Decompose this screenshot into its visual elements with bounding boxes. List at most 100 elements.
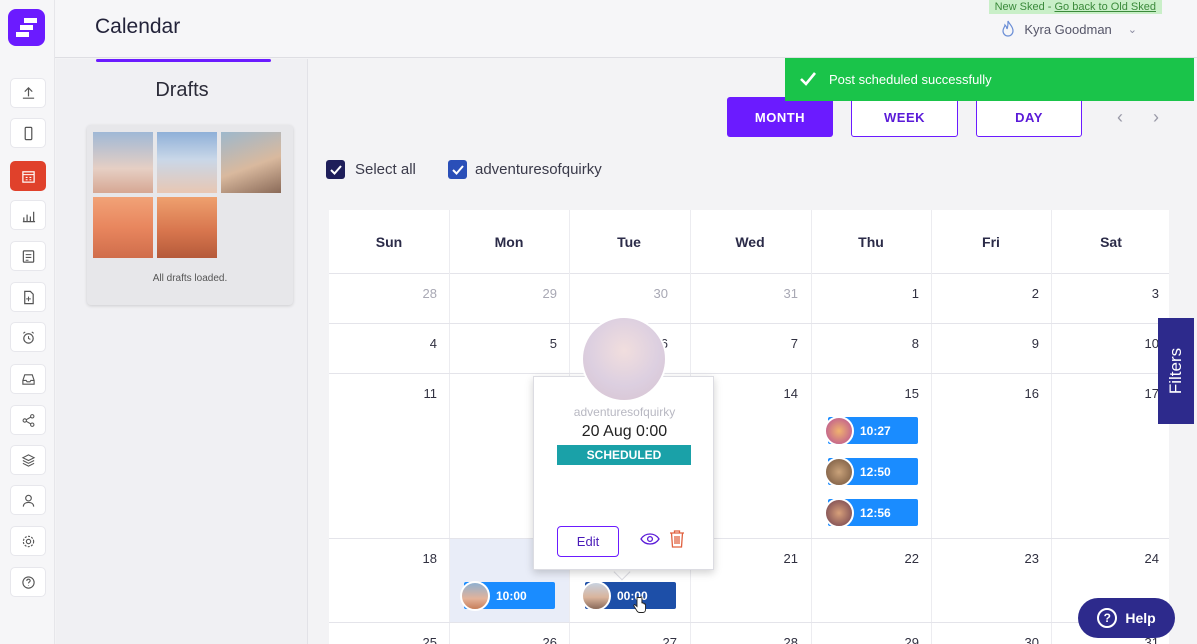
user-name: Kyra Goodman: [1024, 21, 1112, 37]
user-menu[interactable]: Kyra Goodman ⌄: [1000, 20, 1137, 38]
day-header: Fri: [982, 234, 1000, 250]
date-cell[interactable]: 29: [811, 635, 931, 644]
filters-tab[interactable]: Filters: [1158, 318, 1194, 424]
post-thumbnail: [824, 497, 854, 528]
scheduled-post[interactable]: 00:00: [581, 580, 676, 611]
date-cell[interactable]: 16: [931, 386, 1051, 401]
date-cell[interactable]: 31: [690, 286, 810, 301]
draft-thumbnail[interactable]: [157, 197, 217, 258]
app-logo[interactable]: [8, 9, 45, 46]
sidebar-notes-button[interactable]: [10, 241, 46, 271]
calendar-grid: Sun Mon Tue Wed Thu Fri Sat 28 29 30 31 …: [329, 210, 1169, 644]
date-cell[interactable]: 25: [329, 635, 449, 644]
trash-icon[interactable]: [669, 529, 685, 548]
share-icon: [22, 413, 34, 427]
success-toast: Post scheduled successfully: [785, 58, 1194, 101]
post-thumbnail: [824, 415, 854, 446]
sidebar-calendar-button[interactable]: [10, 161, 46, 191]
select-all-checkbox[interactable]: [326, 160, 345, 179]
document-icon: [23, 290, 34, 304]
sidebar-document-button[interactable]: [10, 282, 46, 312]
date-cell[interactable]: 17: [1051, 386, 1169, 401]
date-cell[interactable]: 11: [329, 386, 449, 401]
hand-cursor-icon: [633, 596, 646, 613]
prev-arrow-icon[interactable]: ‹: [1117, 107, 1123, 128]
post-thumbnail: [824, 456, 854, 487]
draft-thumbnail[interactable]: [221, 132, 281, 193]
draft-thumbnail[interactable]: [93, 197, 153, 258]
month-view-button[interactable]: MONTH: [727, 97, 833, 137]
user-icon: [22, 494, 34, 507]
calendar-icon: [21, 170, 35, 183]
day-header: Wed: [735, 234, 765, 250]
logo-icon: [15, 17, 37, 37]
edit-post-button[interactable]: Edit: [557, 526, 619, 557]
sidebar-settings-button[interactable]: [10, 526, 46, 556]
date-cell[interactable]: 5: [449, 336, 569, 351]
sidebar-inbox-button[interactable]: [10, 364, 46, 394]
post-time: 10:27: [860, 423, 891, 438]
date-cell[interactable]: 30: [560, 286, 680, 301]
upload-icon: [22, 86, 34, 99]
new-sked-text: New Sked -: [994, 1, 1055, 13]
account-checkbox[interactable]: [448, 160, 467, 179]
scheduled-post[interactable]: 12:56: [824, 497, 918, 528]
date-cell[interactable]: 24: [1051, 551, 1169, 566]
help-label: Help: [1125, 610, 1156, 626]
date-cell[interactable]: 15: [811, 386, 931, 401]
scheduled-post[interactable]: 10:00: [460, 580, 555, 611]
flame-icon: [1002, 20, 1014, 37]
question-icon: ?: [1097, 608, 1118, 628]
date-cell[interactable]: 10: [1051, 336, 1169, 351]
notes-icon: [22, 249, 34, 263]
help-circle-icon: [21, 575, 35, 589]
sidebar-share-button[interactable]: [10, 405, 46, 435]
date-cell[interactable]: 29: [449, 286, 569, 301]
layers-icon: [21, 453, 35, 467]
sidebar-user-button[interactable]: [10, 485, 46, 515]
eye-icon[interactable]: [640, 533, 660, 545]
date-cell[interactable]: 8: [811, 336, 931, 351]
select-all-label: Select all: [355, 161, 416, 178]
date-cell[interactable]: 22: [811, 551, 931, 566]
next-arrow-icon[interactable]: ›: [1153, 107, 1159, 128]
drafts-card: All drafts loaded.: [87, 125, 293, 305]
alarm-icon: [22, 330, 34, 344]
post-time: 12:50: [860, 464, 891, 479]
date-cell[interactable]: 28: [690, 635, 810, 644]
post-preview-popup: adventuresofquirky 20 Aug 0:00 SCHEDULED…: [533, 376, 714, 570]
scheduled-post[interactable]: 10:27: [824, 415, 918, 446]
day-header: Thu: [858, 234, 884, 250]
toast-message: Post scheduled successfully: [829, 72, 992, 87]
date-cell[interactable]: 3: [1051, 286, 1169, 301]
scheduled-post[interactable]: 12:50: [824, 456, 918, 487]
sidebar-help-button[interactable]: [10, 567, 46, 597]
top-header: Calendar New Sked - Go back to Old Sked …: [55, 0, 1197, 58]
checkmark-icon: [451, 164, 464, 175]
date-cell[interactable]: 4: [329, 336, 449, 351]
post-thumbnail: [581, 580, 611, 611]
date-cell[interactable]: 27: [569, 635, 689, 644]
date-cell[interactable]: 7: [690, 336, 810, 351]
date-cell[interactable]: 18: [329, 551, 449, 566]
sidebar-upload-button[interactable]: [10, 78, 46, 108]
date-cell[interactable]: 23: [931, 551, 1051, 566]
checkmark-icon: [329, 164, 342, 175]
date-cell[interactable]: 28: [329, 286, 449, 301]
new-sked-banner: New Sked - Go back to Old Sked: [988, 0, 1162, 14]
day-view-button[interactable]: DAY: [976, 97, 1082, 137]
draft-thumbnail[interactable]: [157, 132, 217, 193]
old-sked-link[interactable]: Go back to Old Sked: [1055, 1, 1157, 13]
date-cell[interactable]: 30: [931, 635, 1051, 644]
draft-thumbnail[interactable]: [93, 132, 153, 193]
sidebar-analytics-button[interactable]: [10, 200, 46, 230]
date-cell[interactable]: 9: [931, 336, 1051, 351]
sidebar-layers-button[interactable]: [10, 445, 46, 475]
date-cell[interactable]: 26: [449, 635, 569, 644]
date-cell[interactable]: 2: [931, 286, 1051, 301]
sidebar-alarm-button[interactable]: [10, 322, 46, 352]
sidebar-phone-button[interactable]: [10, 118, 46, 148]
week-view-button[interactable]: WEEK: [851, 97, 958, 137]
date-cell[interactable]: 1: [811, 286, 931, 301]
help-button[interactable]: ? Help: [1078, 598, 1175, 638]
